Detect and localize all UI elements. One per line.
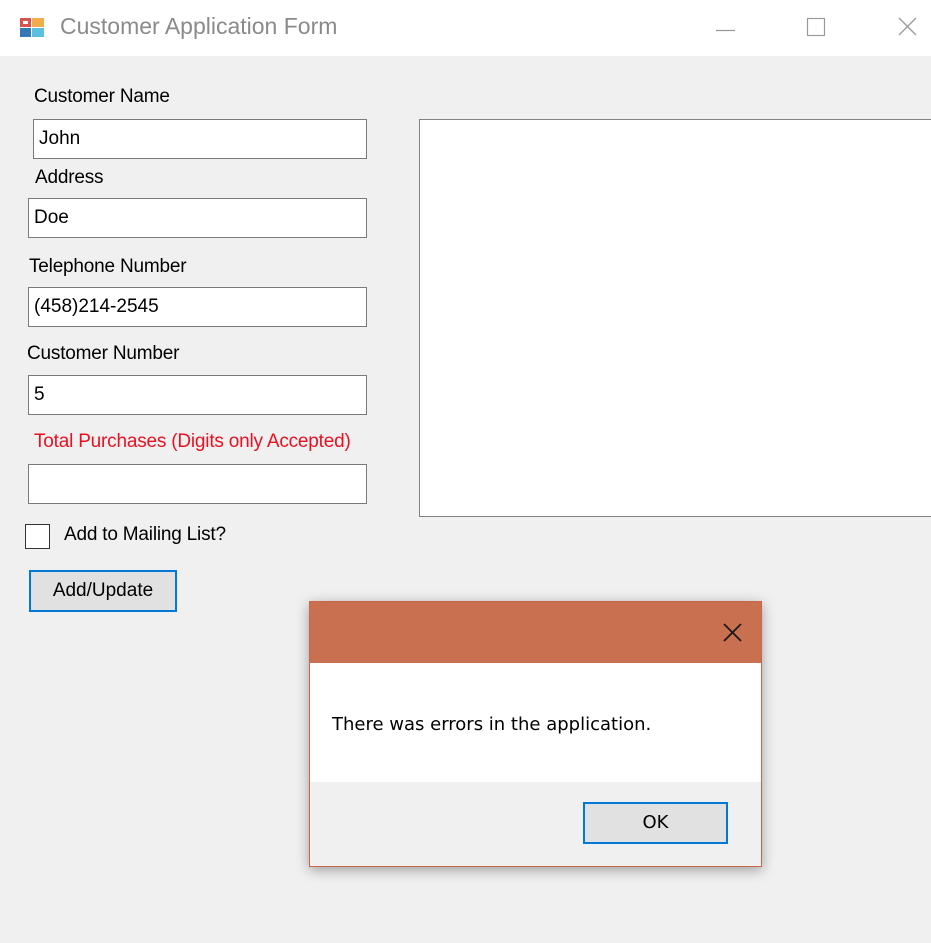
minimize-button[interactable] [697, 0, 757, 56]
mailing-list-checkbox[interactable] [25, 524, 50, 549]
customer-name-label: Customer Name [34, 86, 170, 107]
window-title: Customer Application Form [60, 13, 338, 39]
address-label: Address [35, 167, 104, 188]
maximize-button[interactable] [787, 0, 847, 56]
add-update-button[interactable]: Add/Update [29, 570, 177, 612]
mailing-list-label[interactable]: Add to Mailing List? [64, 524, 226, 546]
dialog-body: There was errors in the application. [310, 663, 761, 782]
total-purchases-input[interactable] [28, 464, 367, 504]
app-icon[interactable] [20, 15, 44, 39]
window-titlebar[interactable]: Customer Application Form [0, 0, 931, 56]
dialog-footer: OK [310, 782, 761, 866]
telephone-input[interactable]: (458)214-2545 [28, 287, 367, 327]
maximize-icon [806, 17, 826, 37]
close-button[interactable] [876, 0, 931, 56]
close-icon [723, 623, 742, 642]
customer-number-label: Customer Number [27, 343, 180, 364]
dialog-close-button[interactable] [712, 612, 752, 652]
dialog-message: There was errors in the application. [332, 714, 652, 735]
ok-button[interactable]: OK [583, 802, 728, 844]
customer-listbox[interactable] [419, 119, 931, 517]
error-dialog: There was errors in the application. OK [309, 601, 762, 867]
address-input[interactable]: Doe [28, 198, 367, 238]
application-window: Customer Application Form Customer Name … [0, 0, 931, 943]
total-purchases-label: Total Purchases (Digits only Accepted) [34, 431, 351, 452]
telephone-label: Telephone Number [29, 256, 187, 277]
close-icon [898, 17, 917, 36]
customer-number-input[interactable]: 5 [28, 375, 367, 415]
minimize-icon [716, 29, 735, 32]
dialog-titlebar[interactable] [310, 602, 761, 663]
customer-name-input[interactable]: John [33, 119, 367, 159]
